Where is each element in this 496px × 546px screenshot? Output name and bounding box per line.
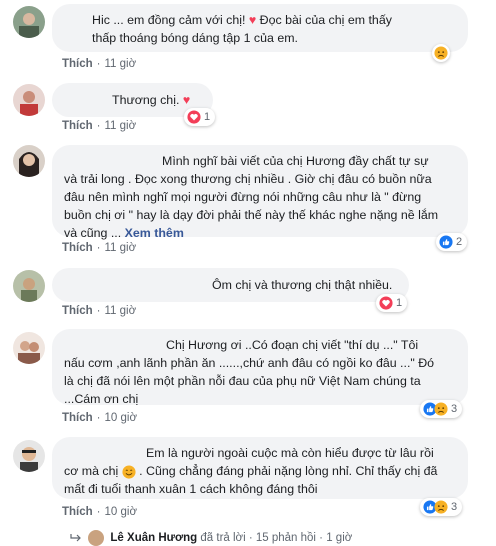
comment-text-line: Hic ... em đồng cảm với chị! ♥ Đọc bài c… — [92, 13, 392, 27]
comment-actions: Thích · 11 giờ — [62, 242, 137, 254]
comment-text-line: Em là người ngoài cuộc mà còn hiểu được … — [146, 446, 434, 460]
smile-emoji-icon — [122, 465, 136, 479]
comment-text-line: là chị đã nói lên một phần nỗi đau của p… — [64, 374, 421, 388]
comment-actions: Thích · 10 giờ — [62, 412, 137, 424]
reaction-count: 1 — [396, 297, 403, 309]
comment-text-line: Chị Hương ơi ..Có đoạn chị viết "thí dụ … — [166, 338, 419, 352]
avatar-image — [13, 270, 45, 302]
like-link[interactable]: Thích — [62, 506, 93, 518]
like-link[interactable]: Thích — [62, 120, 93, 132]
like-link[interactable]: Thích — [62, 242, 93, 254]
comment-time[interactable]: 11 giờ — [105, 120, 137, 132]
comment-actions: Thích · 11 giờ — [62, 58, 137, 70]
reaction-count: 2 — [456, 236, 463, 248]
like-reaction-icon — [439, 235, 453, 249]
reaction-badge[interactable]: 1 — [376, 294, 408, 312]
like-link[interactable]: Thích — [62, 412, 93, 424]
comment-actions: Thích · 11 giờ — [62, 120, 137, 132]
reaction-badge[interactable] — [432, 44, 450, 62]
avatar — [88, 530, 105, 546]
reply-arrow-icon — [70, 534, 81, 542]
see-more-link[interactable]: Xem thêm — [125, 226, 184, 240]
view-replies-link[interactable]: Lê Xuân Hương đã trả lời · 15 phản hồi ·… — [70, 530, 352, 546]
reaction-count: 1 — [204, 111, 211, 123]
comment-text-line: đâu nên mình nghĩ mọi người đừng nói nhữ… — [64, 190, 422, 204]
reaction-badge[interactable]: 2 — [436, 233, 468, 251]
comment-bubble: Ôm chị và thương chị thật nhiều. — [52, 268, 409, 302]
avatar-image — [13, 6, 45, 38]
comment-bubble: Chị Hương ơi ..Có đoạn chị viết "thí dụ … — [52, 329, 468, 406]
like-link[interactable]: Thích — [62, 305, 93, 317]
reaction-badge[interactable]: 3 — [420, 498, 463, 516]
comment-time[interactable]: 10 giờ — [105, 412, 137, 424]
avatar[interactable] — [13, 270, 45, 302]
reply-summary: đã trả lời · 15 phản hồi · 1 giờ — [197, 532, 353, 545]
comment-text-line: Mình nghĩ bài viết của chị Hương đầy chấ… — [162, 154, 429, 168]
like-link[interactable]: Thích — [62, 58, 93, 70]
reaction-badge[interactable]: 3 — [420, 400, 463, 418]
avatar-image — [13, 440, 45, 472]
comment-bubble: Hic ... em đồng cảm với chị! ♥ Đọc bài c… — [52, 4, 468, 52]
comment-text-line: nấu cơm ,anh lãnh phần ăn ......,chứ anh… — [64, 356, 435, 370]
avatar[interactable] — [13, 84, 45, 116]
reaction-badge[interactable]: 1 — [184, 108, 216, 126]
comment-text-line: mất đi tuổi thanh xuân 1 cách không đáng… — [64, 482, 318, 496]
comment-text-line: và trải long . Đọc xong thương chị nhiều… — [64, 172, 432, 186]
sad-reaction-icon — [434, 46, 448, 60]
comment-time[interactable]: 11 giờ — [105, 58, 137, 70]
comment-actions: Thích · 10 giờ — [62, 506, 137, 518]
comment-time[interactable]: 11 giờ — [105, 305, 137, 317]
comment-bubble: Em là người ngoài cuộc mà còn hiểu được … — [52, 437, 468, 499]
love-reaction-icon — [379, 296, 393, 310]
avatar[interactable] — [13, 6, 45, 38]
comment-time[interactable]: 10 giờ — [105, 506, 137, 518]
comment-text-line: buồn chị ơi " hay là dạy đời phải thế nà… — [64, 208, 439, 222]
reaction-count: 3 — [451, 403, 458, 415]
comment-text-line: thấp thoáng bóng dáng tập 1 của em. — [92, 31, 298, 45]
reaction-count: 3 — [451, 501, 458, 513]
sad-reaction-icon — [434, 402, 448, 416]
comment-text-line: và cũng ... Xem thêm — [64, 226, 184, 240]
comment-time[interactable]: 11 giờ — [105, 242, 137, 254]
comment-bubble: Mình nghĩ bài viết của chị Hương đầy chấ… — [52, 145, 468, 240]
comment-text-line: cơ mà chị . Cũng chẳng đáng phải nặng lò… — [64, 464, 438, 479]
avatar-image — [13, 332, 45, 364]
avatar[interactable] — [13, 332, 45, 364]
comment-actions: Thích · 11 giờ — [62, 305, 137, 317]
avatar-image — [13, 145, 45, 177]
avatar[interactable] — [13, 440, 45, 472]
comment-text-line: Thương chị. ♥ — [112, 93, 191, 107]
heart-emoji-icon: ♥ — [182, 93, 191, 107]
avatar-image — [13, 84, 45, 116]
reply-author: Lê Xuân Hương — [110, 532, 198, 545]
comment-text-line: ...Cám ơn chị — [64, 392, 139, 406]
comment-text-line: Ôm chị và thương chị thật nhiều. — [212, 278, 393, 292]
avatar[interactable] — [13, 145, 45, 177]
sad-reaction-icon — [434, 500, 448, 514]
love-reaction-icon — [187, 110, 201, 124]
